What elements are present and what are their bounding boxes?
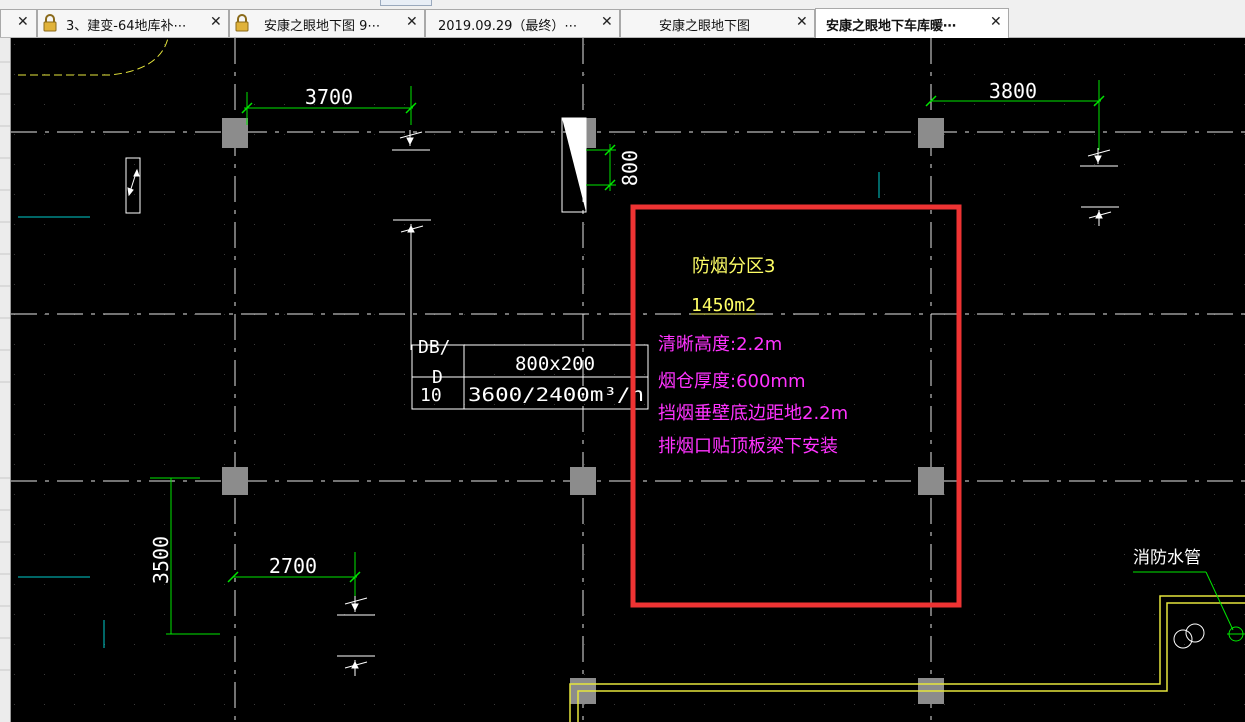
tab-close-icon[interactable]: ✕: [796, 14, 808, 30]
dim-text-top-left: 3700: [305, 85, 353, 109]
column: [918, 118, 944, 148]
document-tab-bar: ✕ 3、建变-64地库补⋯ ✕ 安康之眼地下图 9⋯ ✕ 2019.09.29（…: [0, 0, 1245, 38]
duct-table-row1-left: DB/: [418, 337, 451, 358]
toolbar-stub: [380, 0, 432, 6]
tab-label: 3、建变-64地库补⋯: [66, 19, 187, 34]
dim-text-duct: 800: [618, 150, 642, 186]
tab-jianbian[interactable]: 3、建变-64地库补⋯ ✕: [37, 9, 229, 37]
tab-ankang-9[interactable]: 安康之眼地下图 9⋯ ✕: [229, 9, 425, 37]
tab-label: 安康之眼地下图: [659, 19, 751, 34]
tab-label: 2019.09.29（最终）⋯: [438, 19, 578, 34]
duct-table-row2-right: 3600/2400m³/h: [468, 384, 644, 406]
snap-grid: [11, 38, 1245, 722]
column: [918, 467, 944, 495]
dim-text-top-right: 3800: [989, 79, 1037, 103]
side-panel-strip[interactable]: [0, 38, 11, 722]
tab-close-icon[interactable]: ✕: [17, 14, 29, 30]
cad-drawing-canvas[interactable]: 3700 3800 800 3500 2700 DB/ D 800x200 10…: [11, 38, 1245, 722]
column: [570, 467, 596, 495]
duct-table-row2-left: 10: [420, 385, 442, 406]
lock-icon: [42, 14, 58, 36]
smoke-zone-area: 1450m2: [691, 295, 756, 316]
tab-close-icon[interactable]: ✕: [210, 14, 222, 30]
column: [222, 467, 248, 495]
tab-2019-final[interactable]: 2019.09.29（最终）⋯ ✕: [425, 9, 620, 37]
smoke-zone-reservoir-depth: 烟仓厚度:600mm: [658, 371, 806, 392]
tab-close-icon[interactable]: ✕: [601, 14, 613, 30]
tab-ankang-hvac[interactable]: 安康之眼地下车库暖⋯ ✕: [815, 8, 1009, 38]
lock-icon: [234, 14, 250, 36]
tab-label: 安康之眼地下图 9⋯: [264, 19, 381, 34]
fire-pipe-label: 消防水管: [1133, 548, 1201, 568]
tab-close-icon[interactable]: ✕: [406, 14, 418, 30]
smoke-zone-title: 防烟分区3: [692, 256, 775, 277]
smoke-zone-outlet-install: 排烟口贴顶板梁下安装: [658, 436, 838, 457]
smoke-zone-clear-height: 清晰高度:2.2m: [658, 334, 782, 355]
column: [222, 118, 248, 148]
tab-close-icon[interactable]: ✕: [990, 14, 1002, 30]
dim-text-bottom-left: 2700: [269, 554, 317, 578]
tab-ankang-basement[interactable]: 安康之眼地下图 ✕: [620, 9, 815, 37]
smoke-zone-curtain-height: 挡烟垂壁底边距地2.2m: [658, 403, 848, 424]
dim-text-left: 3500: [149, 536, 173, 584]
duct-table-row1-right: 800x200: [515, 353, 595, 375]
tab-0[interactable]: ✕: [0, 9, 37, 37]
tab-label: 安康之眼地下车库暖⋯: [826, 19, 957, 34]
